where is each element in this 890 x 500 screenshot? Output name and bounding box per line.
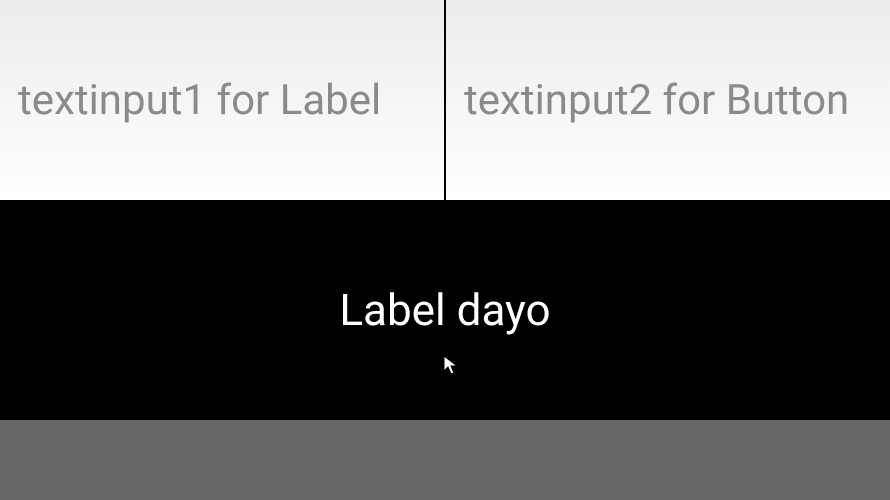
bottom-area xyxy=(0,420,890,500)
cursor-icon xyxy=(443,355,459,377)
input-row xyxy=(0,0,890,200)
label-text: Label dayo xyxy=(339,284,550,336)
input-cell-label xyxy=(0,0,446,200)
textinput-button[interactable] xyxy=(464,76,890,125)
input-cell-button xyxy=(446,0,890,200)
textinput-label[interactable] xyxy=(18,76,444,125)
label-band: Label dayo xyxy=(0,200,890,420)
